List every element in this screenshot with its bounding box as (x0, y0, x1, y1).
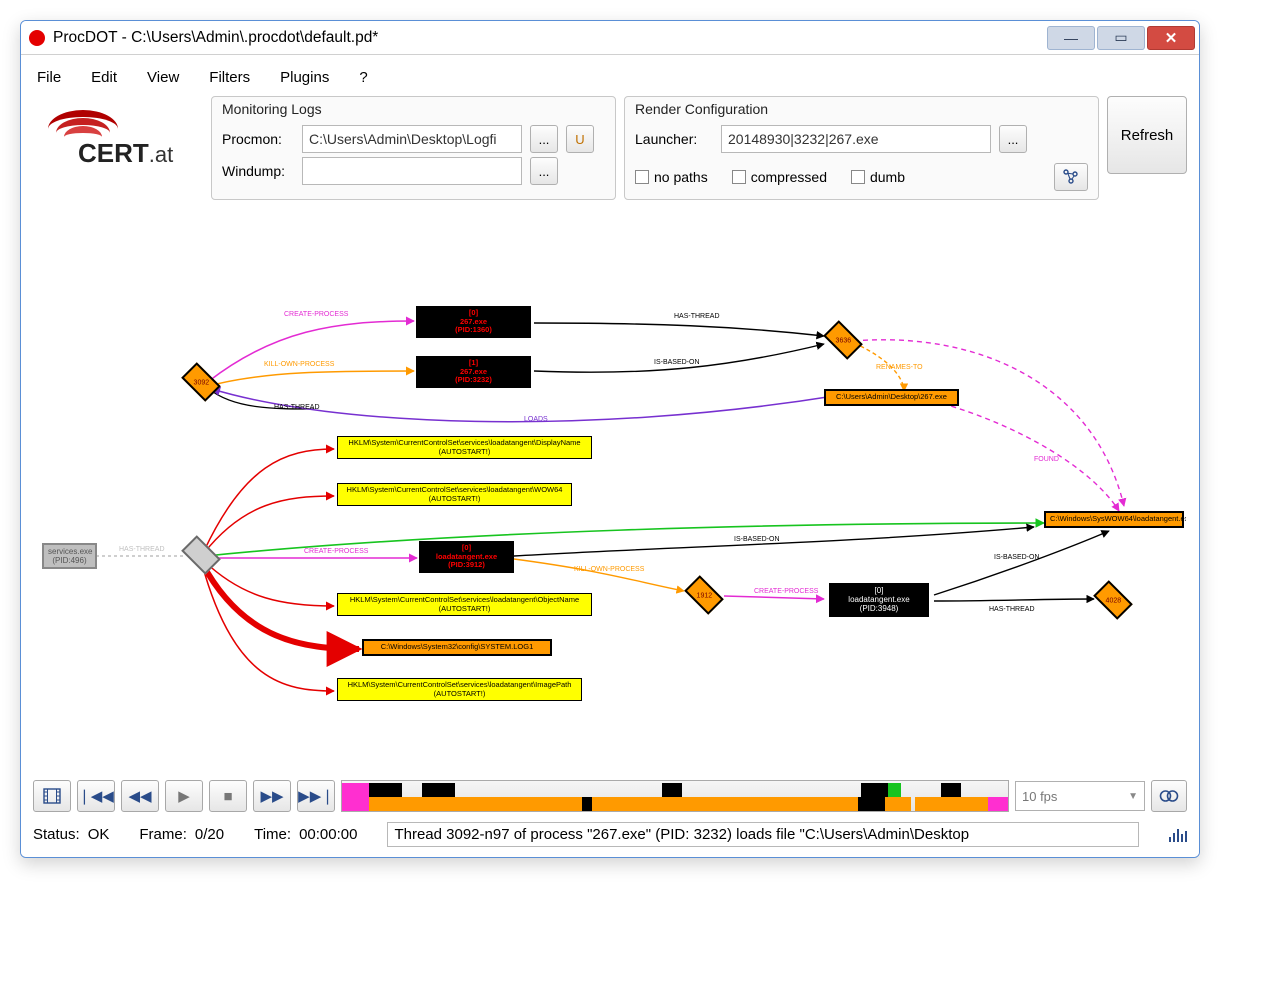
monitoring-logs-group: Monitoring Logs Procmon: ... U Windump: … (211, 96, 616, 200)
window-controls: — ▭ ✕ (1047, 26, 1195, 50)
time-label: Time: (254, 826, 291, 843)
node-services[interactable]: services.exe(PID:496) (42, 543, 97, 569)
minimize-button[interactable]: — (1047, 26, 1095, 50)
menu-view[interactable]: View (147, 69, 179, 86)
svg-text:KILL-OWN-PROCESS: KILL-OWN-PROCESS (574, 566, 645, 573)
cert-logo: CERT.at (33, 96, 203, 196)
stats-icon (1169, 828, 1188, 842)
procmon-input[interactable] (302, 125, 522, 153)
windump-browse-button[interactable]: ... (530, 157, 558, 185)
node-reg-objectname[interactable]: HKLM\System\CurrentControlSet\services\l… (337, 593, 592, 616)
loop-icon (1159, 789, 1179, 803)
compressed-checkbox[interactable]: compressed (732, 169, 827, 185)
menu-help[interactable]: ? (359, 69, 367, 86)
svg-text:IS-BASED-ON: IS-BASED-ON (734, 536, 780, 543)
menu-file[interactable]: File (37, 69, 61, 86)
launcher-label: Launcher: (635, 131, 713, 147)
titlebar: ProcDOT - C:\Users\Admin\.procdot\defaul… (21, 21, 1199, 55)
graph-canvas[interactable]: CREATE-PROCESS KILL-OWN-PROCESS HAS-THRE… (33, 210, 1187, 770)
film-icon (43, 788, 61, 804)
node-loadaux2[interactable]: [0]loadatangent.exe(PID:3948) (829, 583, 929, 617)
svg-text:HAS-THREAD: HAS-THREAD (989, 606, 1035, 613)
svg-text:IS-BASED-ON: IS-BASED-ON (994, 554, 1040, 561)
menu-edit[interactable]: Edit (91, 69, 117, 86)
forward-button[interactable]: ▶▶ (253, 780, 291, 812)
render-config-group: Render Configuration Launcher: ... no pa… (624, 96, 1099, 200)
rewind-button[interactable]: ◀◀ (121, 780, 159, 812)
node-file-syswow[interactable]: C:\Windows\SysWOW64\loadatangent.exe (1044, 511, 1184, 528)
node-loadaux[interactable]: [0]loadatangent.exe(PID:3912) (419, 541, 514, 573)
loop-button[interactable] (1151, 780, 1187, 812)
node-reg-wow64[interactable]: HKLM\System\CurrentControlSet\services\l… (337, 483, 572, 506)
timeline[interactable] (341, 780, 1009, 812)
time-value: 00:00:00 (299, 826, 357, 843)
windump-label: Windump: (222, 163, 294, 179)
svg-text:LOADS: LOADS (524, 416, 548, 423)
stop-button[interactable]: ■ (209, 780, 247, 812)
checkbox-icon (635, 170, 649, 184)
node-reg-displayname[interactable]: HKLM\System\CurrentControlSet\services\l… (337, 436, 592, 459)
svg-text:KILL-OWN-PROCESS: KILL-OWN-PROCESS (264, 361, 335, 368)
close-button[interactable]: ✕ (1147, 26, 1195, 50)
app-window: ProcDOT - C:\Users\Admin\.procdot\defaul… (20, 20, 1200, 858)
window-title: ProcDOT - C:\Users\Admin\.procdot\defaul… (53, 29, 1047, 47)
status-message: Thread 3092-n97 of process "267.exe" (PI… (387, 822, 1138, 847)
svg-text:HAS-THREAD: HAS-THREAD (674, 313, 720, 320)
svg-text:FOUND: FOUND (1034, 456, 1059, 463)
windump-input[interactable] (302, 157, 522, 185)
node-267-b[interactable]: [1]267.exe(PID:3232) (416, 356, 531, 388)
graph-layout-button[interactable] (1054, 163, 1088, 191)
node-267-a[interactable]: [0]267.exe(PID:1360) (416, 306, 531, 338)
frame-value: 0/20 (195, 826, 224, 843)
launcher-input[interactable] (721, 125, 991, 153)
svg-text:CREATE-PROCESS: CREATE-PROCESS (304, 548, 369, 555)
top-controls: CERT.at Monitoring Logs Procmon: ... U W… (33, 96, 1187, 200)
skip-start-button[interactable]: ❘◀◀ (77, 780, 115, 812)
svg-text:RENAMES-TO: RENAMES-TO (876, 364, 923, 371)
play-button[interactable]: ▶ (165, 780, 203, 812)
menu-filters[interactable]: Filters (209, 69, 250, 86)
playback-bar: ❘◀◀ ◀◀ ▶ ■ ▶▶ ▶▶❘ (33, 780, 1187, 812)
graph-edges: CREATE-PROCESS KILL-OWN-PROCESS HAS-THRE… (34, 211, 1186, 769)
maximize-button[interactable]: ▭ (1097, 26, 1145, 50)
fps-selector[interactable]: 10 fps ▼ (1015, 781, 1145, 811)
node-file-syslog[interactable]: C:\Windows\System32\config\SYSTEM.LOG1 (362, 639, 552, 656)
record-icon (29, 30, 45, 46)
refresh-button[interactable]: Refresh (1107, 96, 1187, 174)
status-value: OK (88, 826, 110, 843)
fps-value: 10 fps (1022, 789, 1057, 804)
procmon-browse-button[interactable]: ... (530, 125, 558, 153)
procmon-u-button[interactable]: U (566, 125, 594, 153)
dumb-checkbox[interactable]: dumb (851, 169, 905, 185)
film-button[interactable] (33, 780, 71, 812)
node-reg-imagepath[interactable]: HKLM\System\CurrentControlSet\services\l… (337, 678, 582, 701)
svg-text:CREATE-PROCESS: CREATE-PROCESS (284, 311, 349, 318)
checkbox-icon (732, 170, 746, 184)
menu-bar: File Edit View Filters Plugins ? (33, 63, 1187, 96)
svg-text:HAS-THREAD: HAS-THREAD (119, 546, 165, 553)
render-config-title: Render Configuration (635, 101, 1088, 121)
svg-text:IS-BASED-ON: IS-BASED-ON (654, 359, 700, 366)
monitoring-logs-title: Monitoring Logs (222, 101, 605, 121)
launcher-browse-button[interactable]: ... (999, 125, 1027, 153)
no-paths-checkbox[interactable]: no paths (635, 169, 708, 185)
graph-layout-icon (1063, 169, 1079, 185)
node-file-desktop[interactable]: C:\Users\Admin\Desktop\267.exe (824, 389, 959, 406)
status-label: Status: (33, 826, 80, 843)
checkbox-icon (851, 170, 865, 184)
procmon-label: Procmon: (222, 131, 294, 147)
menu-plugins[interactable]: Plugins (280, 69, 329, 86)
frame-label: Frame: (139, 826, 187, 843)
status-bar: Status: OK Frame: 0/20 Time: 00:00:00 Th… (33, 812, 1187, 847)
logo-text: CERT.at (78, 138, 173, 169)
chevron-down-icon: ▼ (1128, 791, 1138, 802)
svg-text:HAS-THREAD: HAS-THREAD (274, 404, 320, 411)
svg-text:CREATE-PROCESS: CREATE-PROCESS (754, 588, 819, 595)
skip-end-button[interactable]: ▶▶❘ (297, 780, 335, 812)
